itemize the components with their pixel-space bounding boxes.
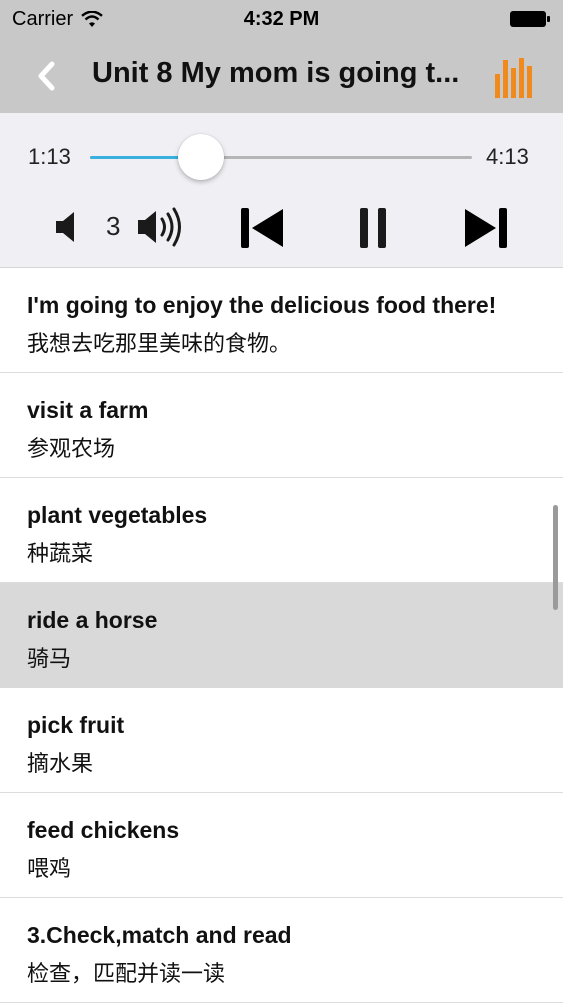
list-item[interactable]: 3.Check,match and read 检查，匹配并读一读 <box>0 898 563 1003</box>
english-text: feed chickens <box>27 817 180 843</box>
english-text: 3.Check,match and read <box>27 922 292 948</box>
list-item[interactable]: feed chickens 喂鸡 <box>0 793 563 898</box>
current-time: 1:13 <box>28 144 71 169</box>
list-item[interactable]: plant vegetables 种蔬菜 <box>0 478 563 583</box>
chinese-text: 检查，匹配并读一读 <box>27 962 226 987</box>
list-item[interactable]: visit a farm 参观农场 <box>0 373 563 478</box>
navigation-bar: Unit 8 My mom is going t... <box>0 40 563 113</box>
list-item-selected[interactable]: ride a horse 骑马 <box>0 583 563 688</box>
duration: 4:13 <box>486 144 529 169</box>
chevron-left-icon[interactable] <box>30 58 66 94</box>
volume-up-icon[interactable] <box>136 205 192 249</box>
status-time: 4:32 PM <box>243 8 320 30</box>
list-item[interactable]: I'm going to enjoy the delicious food th… <box>0 268 563 373</box>
english-text: plant vegetables <box>27 502 208 528</box>
english-text: ride a horse <box>27 607 158 633</box>
chinese-text: 种蔬菜 <box>27 542 94 567</box>
status-bar: Carrier 4:32 PM <box>0 0 563 40</box>
page-title: Unit 8 My mom is going t... <box>92 57 460 89</box>
chinese-text: 喂鸡 <box>27 857 72 882</box>
next-track-icon[interactable] <box>462 207 508 249</box>
chinese-text: 骑马 <box>27 647 72 672</box>
previous-track-icon[interactable] <box>240 207 286 249</box>
sentence-list: I'm going to enjoy the delicious food th… <box>0 268 563 1003</box>
pause-icon[interactable] <box>358 207 390 249</box>
scrollbar[interactable] <box>553 505 558 610</box>
bars-icon[interactable] <box>494 56 536 98</box>
playback-controls: 3 <box>0 199 563 255</box>
progress-thumb[interactable] <box>177 134 224 180</box>
volume-level: 3 <box>106 211 121 241</box>
english-text: I'm going to enjoy the delicious food th… <box>27 292 497 318</box>
chinese-text: 摘水果 <box>27 752 94 777</box>
english-text: visit a farm <box>27 397 149 423</box>
volume-down-icon[interactable] <box>54 209 82 245</box>
battery-icon <box>510 11 550 27</box>
list-item[interactable]: pick fruit 摘水果 <box>0 688 563 793</box>
chinese-text: 我想去吃那里美味的食物。 <box>27 332 292 357</box>
audio-player: 1:13 4:13 3 <box>0 113 563 268</box>
english-text: pick fruit <box>27 712 125 738</box>
chinese-text: 参观农场 <box>27 437 116 462</box>
